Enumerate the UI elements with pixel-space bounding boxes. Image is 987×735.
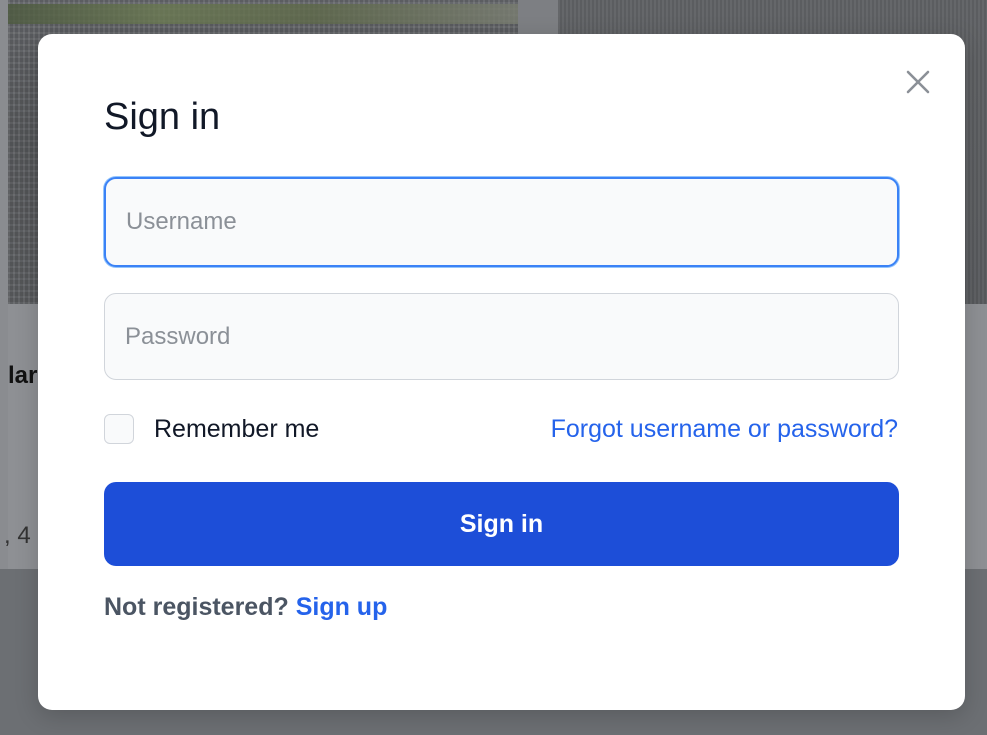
- password-input[interactable]: [104, 293, 899, 380]
- sign-in-button[interactable]: Sign in: [104, 482, 899, 566]
- close-icon: [906, 70, 930, 94]
- username-input[interactable]: [104, 177, 899, 267]
- register-prompt-row: Not registered? Sign up: [104, 590, 387, 624]
- background-image-detail: [8, 4, 518, 24]
- forgot-credentials-link[interactable]: Forgot username or password?: [551, 412, 898, 446]
- sign-in-modal: Sign in Remember me Forgot username or p…: [38, 34, 965, 710]
- background-text-fragment: lar: [8, 362, 38, 389]
- background-text-fragment: , 4: [4, 522, 31, 549]
- modal-title: Sign in: [104, 96, 221, 138]
- remember-me-label[interactable]: Remember me: [154, 415, 319, 444]
- close-button[interactable]: [900, 64, 936, 100]
- register-prompt-text: Not registered?: [104, 593, 296, 621]
- sign-up-link[interactable]: Sign up: [296, 593, 388, 621]
- remember-me-checkbox[interactable]: [104, 414, 134, 444]
- remember-me-row: Remember me: [104, 412, 319, 446]
